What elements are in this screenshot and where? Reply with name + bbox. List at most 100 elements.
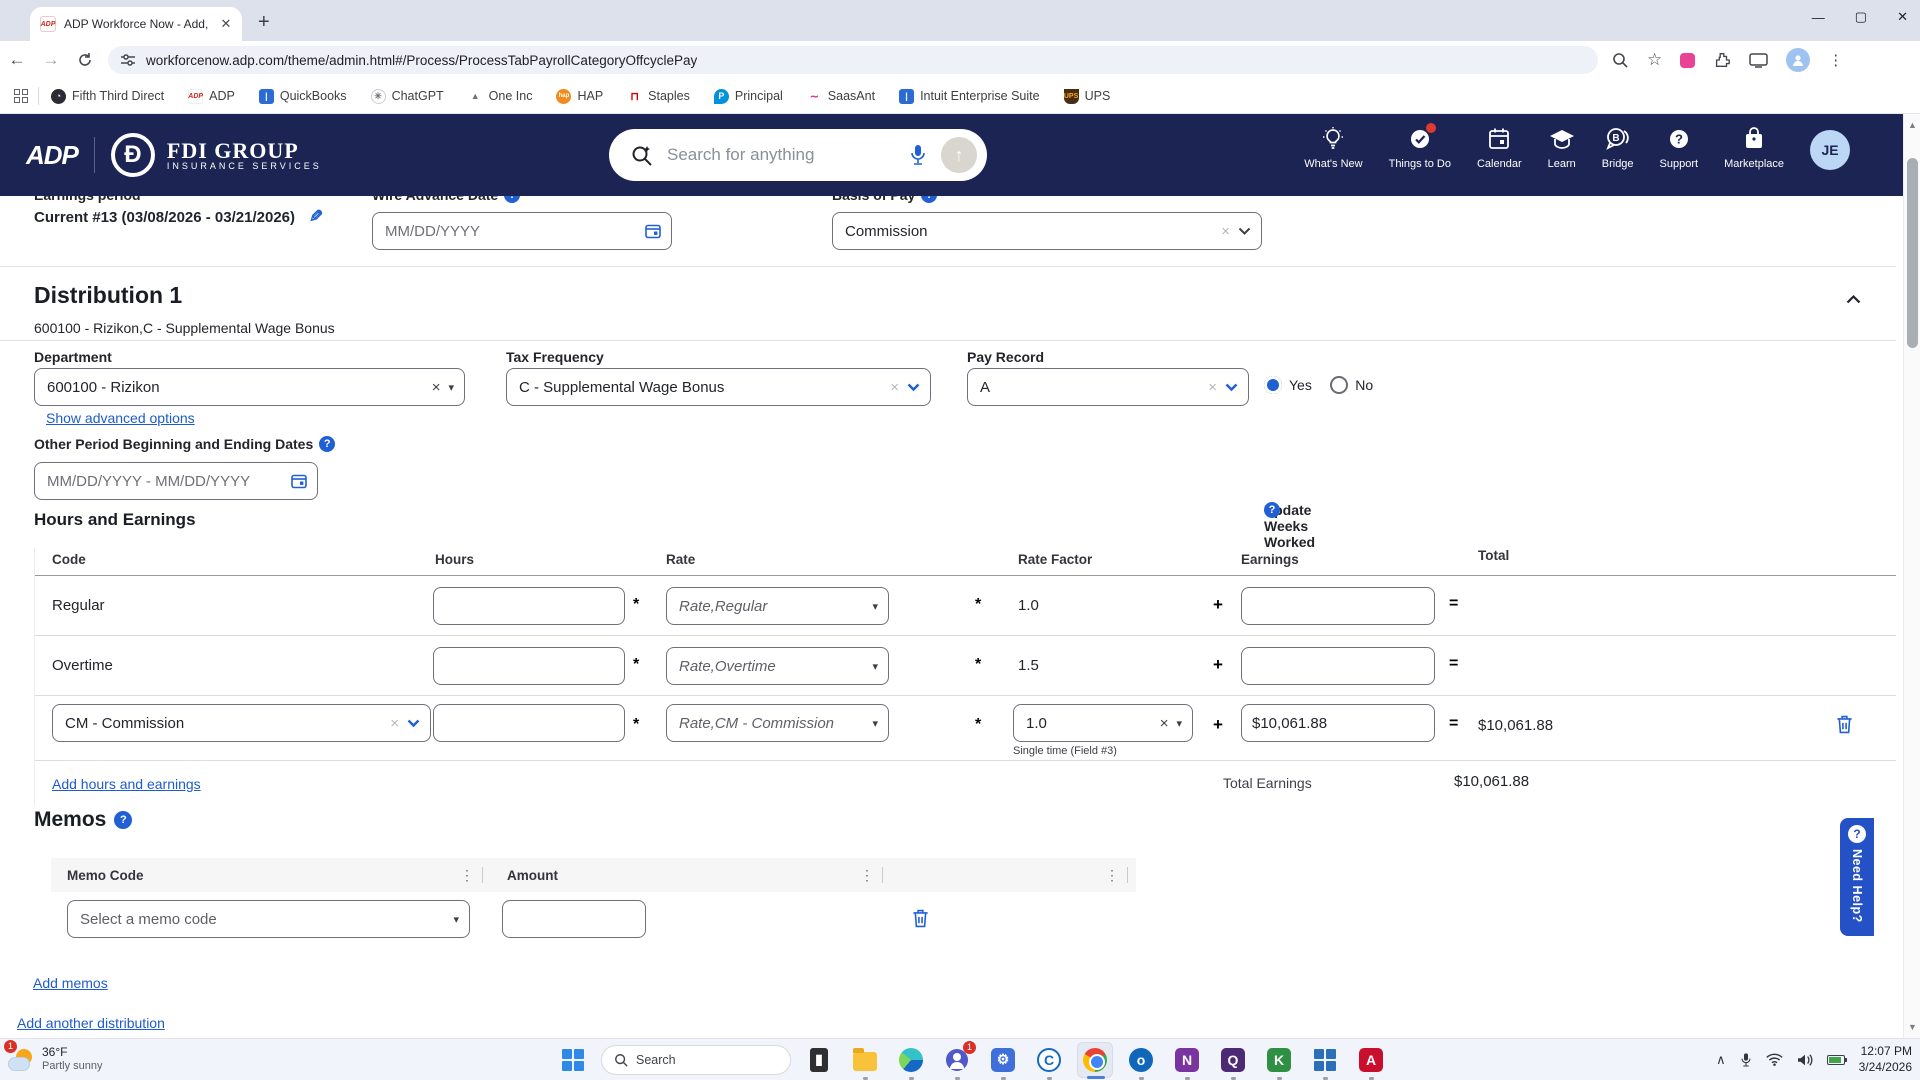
rate-factor-select[interactable]: 1.0 × ▾ xyxy=(1013,704,1193,742)
window-minimize-button[interactable]: — xyxy=(1812,10,1825,25)
browser-tab[interactable]: ADP ADP Workforce Now - Add, Adj ✕ xyxy=(30,7,242,41)
global-search[interactable]: Search for anything ↑ xyxy=(609,129,987,181)
taskbar-clock[interactable]: 12:07 PM 3/24/2026 xyxy=(1859,1044,1912,1075)
rate-select[interactable]: Rate,Overtime▾ xyxy=(666,647,889,685)
clear-icon[interactable]: × xyxy=(1160,715,1169,732)
bookmark-quickbooks[interactable]: |QuickBooks xyxy=(259,89,347,104)
start-button[interactable] xyxy=(555,1042,591,1078)
bookmark-ups[interactable]: UPSUPS xyxy=(1064,89,1111,104)
clear-icon[interactable]: × xyxy=(432,379,441,396)
address-bar[interactable]: workforcenow.adp.com/theme/admin.html#/P… xyxy=(108,46,1598,74)
help-icon[interactable]: ? xyxy=(1264,502,1280,518)
tray-wifi-icon[interactable] xyxy=(1766,1053,1783,1066)
taskbar-app-onenote[interactable]: N xyxy=(1169,1042,1205,1078)
need-help-tab[interactable]: ? Need Help? xyxy=(1840,818,1874,936)
help-icon[interactable]: ? xyxy=(319,436,335,452)
bookmark-one-inc[interactable]: ▲One Inc xyxy=(468,89,533,104)
taskbar-app-calculator[interactable] xyxy=(1307,1042,1343,1078)
column-menu-icon[interactable]: ⋮ xyxy=(1105,867,1119,884)
nav-marketplace[interactable]: Marketplace xyxy=(1724,126,1784,170)
bookmark-chatgpt[interactable]: ✳ChatGPT xyxy=(371,89,444,104)
advance-date-field[interactable]: MM/DD/YYYY xyxy=(372,212,672,250)
bookmark-star-icon[interactable]: ☆ xyxy=(1647,50,1662,70)
taskbar-search[interactable]: Search xyxy=(601,1045,791,1075)
bookmark-staples[interactable]: ⊓Staples xyxy=(627,89,690,104)
back-button[interactable]: ← xyxy=(0,50,34,70)
show-advanced-link[interactable]: Show advanced options xyxy=(46,410,195,426)
window-maximize-button[interactable]: ▢ xyxy=(1855,9,1867,25)
earnings-input[interactable] xyxy=(1241,647,1435,685)
extension-pink-icon[interactable] xyxy=(1680,53,1695,68)
taskbar-app-outlook[interactable]: o xyxy=(1123,1042,1159,1078)
user-avatar[interactable]: JE xyxy=(1810,130,1850,170)
other-period-field[interactable]: MM/DD/YYYY - MM/DD/YYYY xyxy=(34,462,318,500)
extensions-icon[interactable] xyxy=(1713,51,1731,69)
nav-support[interactable]: ? Support xyxy=(1660,126,1699,170)
calendar-picker-icon[interactable] xyxy=(291,473,307,489)
help-icon[interactable]: ? xyxy=(504,196,520,203)
clear-icon[interactable]: × xyxy=(1208,379,1217,396)
page-scrollbar[interactable]: ▲ ▼ xyxy=(1903,114,1920,1038)
window-close-button[interactable]: ✕ xyxy=(1897,9,1908,25)
tab-close-icon[interactable]: ✕ xyxy=(218,16,234,32)
nav-learn[interactable]: Learn xyxy=(1548,126,1576,170)
tax-frequency-select[interactable]: C - Supplemental Wage Bonus × xyxy=(506,368,931,406)
rate-select[interactable]: Rate,Regular▾ xyxy=(666,587,889,625)
taskbar-app-chrome[interactable] xyxy=(1077,1042,1113,1078)
taskbar-app-edge[interactable] xyxy=(893,1042,929,1078)
earnings-input[interactable] xyxy=(1241,587,1435,625)
site-settings-icon[interactable] xyxy=(120,52,136,68)
apps-grid-icon[interactable] xyxy=(14,89,28,103)
taskbar-weather[interactable]: 1 36°F Partly sunny xyxy=(8,1045,158,1074)
help-icon[interactable]: ? xyxy=(921,196,937,203)
add-hours-earnings-link[interactable]: Add hours and earnings xyxy=(52,776,201,792)
taskbar-app-notepad[interactable]: ▮ xyxy=(801,1042,837,1078)
nav-bridge[interactable]: B Bridge xyxy=(1602,126,1634,170)
scroll-up-icon[interactable]: ▲ xyxy=(1904,120,1920,130)
basis-of-pay-select[interactable]: Commission × xyxy=(832,212,1262,250)
pay-record-select[interactable]: A × xyxy=(967,368,1249,406)
scrollbar-thumb[interactable] xyxy=(1907,158,1918,348)
taskbar-app-quickbooks[interactable]: Q xyxy=(1215,1042,1251,1078)
add-memos-link[interactable]: Add memos xyxy=(33,975,108,991)
earnings-input[interactable] xyxy=(1241,704,1435,742)
department-select[interactable]: 600100 - Rizikon × ▾ xyxy=(34,368,465,406)
rate-select[interactable]: Rate,CM - Commission▾ xyxy=(666,704,889,742)
hours-input[interactable] xyxy=(433,647,625,685)
bookmark-adp[interactable]: ADPADP xyxy=(188,89,235,104)
clear-icon[interactable]: × xyxy=(1221,223,1230,240)
microphone-icon[interactable] xyxy=(909,144,927,166)
new-tab-button[interactable]: + xyxy=(258,12,270,32)
bookmark-intuit[interactable]: |Intuit Enterprise Suite xyxy=(899,89,1040,104)
memo-code-select[interactable]: Select a memo code ▾ xyxy=(67,900,470,938)
zoom-icon[interactable] xyxy=(1612,52,1629,69)
bookmark-hap[interactable]: hapHAP xyxy=(556,89,603,104)
taskbar-app-acrobat[interactable]: A xyxy=(1353,1042,1389,1078)
radio-yes[interactable] xyxy=(1264,376,1282,394)
browser-profile-avatar[interactable] xyxy=(1786,48,1810,72)
delete-row-icon[interactable] xyxy=(1835,714,1854,735)
tray-mic-icon[interactable] xyxy=(1740,1052,1752,1068)
bookmark-fifth-third[interactable]: ◔Fifth Third Direct xyxy=(51,89,164,104)
collapse-chevron-icon[interactable] xyxy=(1846,294,1861,304)
taskbar-app-keeper[interactable]: K xyxy=(1261,1042,1297,1078)
tray-expand-icon[interactable]: ∧ xyxy=(1716,1052,1726,1068)
column-menu-icon[interactable]: ⋮ xyxy=(460,867,474,884)
hours-input[interactable] xyxy=(433,704,625,742)
tray-volume-icon[interactable] xyxy=(1797,1053,1813,1067)
add-distribution-link[interactable]: Add another distribution xyxy=(17,1015,165,1031)
help-icon[interactable]: ? xyxy=(114,811,132,829)
taskbar-app-settings[interactable]: ⚙ xyxy=(985,1042,1021,1078)
bookmark-saasant[interactable]: ∼SaasAnt xyxy=(807,89,875,104)
bookmark-principal[interactable]: PPrincipal xyxy=(714,89,783,104)
nav-whats-new[interactable]: What's New xyxy=(1304,126,1362,170)
column-menu-icon[interactable]: ⋮ xyxy=(860,867,874,884)
browser-menu-icon[interactable]: ⋮ xyxy=(1828,51,1843,69)
tray-battery-icon[interactable] xyxy=(1827,1055,1845,1065)
taskbar-app-copilot[interactable]: C xyxy=(1031,1042,1067,1078)
taskbar-app-file-explorer[interactable] xyxy=(847,1042,883,1078)
memo-amount-input[interactable] xyxy=(502,900,646,938)
delete-memo-icon[interactable] xyxy=(911,908,930,929)
nav-things-to-do[interactable]: Things to Do xyxy=(1389,126,1451,170)
edit-pencil-icon[interactable]: ✎ xyxy=(309,207,323,227)
